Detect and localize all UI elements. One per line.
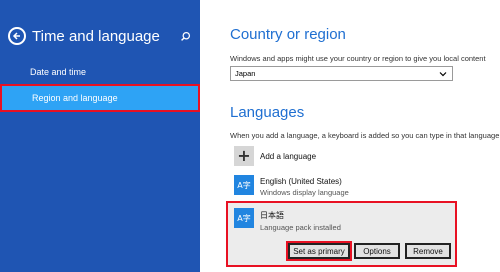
language-status: Windows display language	[260, 188, 349, 197]
languages-description: When you add a language, a keyboard is a…	[230, 131, 500, 140]
sidebar-item-label: Date and time	[30, 67, 87, 77]
languages-heading: Languages	[230, 104, 305, 121]
remove-button[interactable]: Remove	[405, 243, 451, 259]
language-icon: A字	[234, 208, 254, 228]
plus-icon: +	[234, 146, 254, 166]
chevron-down-icon	[439, 72, 447, 77]
options-button[interactable]: Options	[354, 243, 400, 259]
set-as-primary-button[interactable]: Set as primary	[286, 241, 352, 261]
language-name: English (United States)	[260, 177, 342, 186]
language-item-english[interactable]: A字 English (United States) Windows displ…	[234, 175, 349, 197]
language-name: 日本語	[260, 211, 284, 220]
country-select-value: Japan	[235, 69, 256, 78]
language-status: Language pack installed	[260, 223, 341, 232]
sidebar-header: Time and language	[8, 24, 192, 48]
sidebar-item-label: Region and language	[32, 93, 118, 103]
country-select[interactable]: Japan	[230, 66, 453, 81]
language-item-row: A字 日本語 Language pack installed	[234, 208, 341, 232]
sidebar-item-date-and-time[interactable]: Date and time	[0, 62, 200, 82]
content-pane: Country or region Windows and apps might…	[200, 0, 500, 272]
page-title: Time and language	[32, 27, 160, 45]
sidebar: Time and language Date and time Region a…	[0, 0, 200, 272]
search-icon[interactable]	[178, 29, 192, 43]
add-language-button[interactable]: + Add a language	[234, 146, 434, 166]
sidebar-item-region-and-language[interactable]: Region and language	[0, 84, 200, 112]
country-heading: Country or region	[230, 26, 346, 43]
language-icon: A字	[234, 175, 254, 195]
language-item-japanese[interactable]: A字 日本語 Language pack installed Set as pr…	[226, 201, 457, 267]
back-arrow-icon[interactable]	[8, 27, 26, 45]
country-description: Windows and apps might use your country …	[230, 54, 486, 63]
add-language-label: Add a language	[260, 151, 317, 161]
